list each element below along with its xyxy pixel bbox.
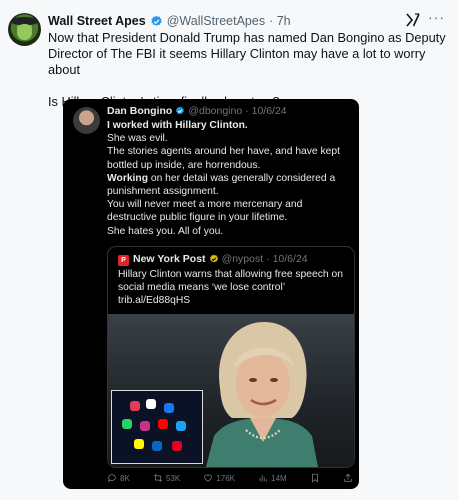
app-tile — [122, 419, 132, 429]
app-tile — [164, 403, 174, 413]
like-button[interactable]: 176K — [203, 473, 235, 483]
quoted-text: Hillary Clinton warns that allowing free… — [118, 269, 343, 307]
app-tile — [176, 421, 186, 431]
post-header: Wall Street Apes @WallStreetApes · 7h — [48, 12, 291, 30]
post-text: Now that President Donald Trump has name… — [48, 30, 448, 110]
app-tile — [152, 441, 162, 451]
embedded-line-bold: I worked with Hillary Clinton. — [107, 120, 248, 131]
embedded-line: Working on her detail was generally cons… — [107, 172, 347, 198]
reply-button[interactable]: 8K — [107, 473, 130, 483]
quoted-post: P New York Post @nypost · 10/6/24 Hillar… — [107, 246, 355, 468]
embedded-handle: @dbongino — [188, 105, 243, 117]
app-tile — [140, 421, 150, 431]
post-text-line: Now that President Donald Trump has name… — [48, 30, 446, 77]
embedded-screenshot[interactable]: Dan Bongino @dbongino · 10/6/24 I worked… — [63, 99, 359, 489]
like-icon — [204, 474, 213, 482]
x-grok-icon[interactable] — [405, 12, 421, 28]
avatar-face — [17, 24, 32, 40]
embedded-line: She hates you. All of you. — [107, 225, 224, 237]
views-icon — [259, 475, 267, 482]
embedded-line: I worked with Hillary Clinton. — [107, 119, 347, 132]
view-count: 14M — [271, 473, 287, 483]
embedded-avatar — [73, 107, 100, 134]
embedded-text: I worked with Hillary Clinton. She was e… — [107, 119, 347, 238]
bookmark-button[interactable] — [310, 473, 320, 483]
quoted-timestamp: · 10/6/24 — [266, 253, 308, 265]
more-icon[interactable]: ··· — [428, 9, 445, 25]
reply-count: 8K — [120, 473, 130, 483]
embedded-line: You will never meet a more mercenary and… — [107, 199, 303, 224]
reply-icon — [108, 474, 116, 483]
post: Wall Street Apes @WallStreetApes · 7h ··… — [0, 0, 458, 500]
app-tile — [134, 439, 144, 449]
action-bar: 8K 53K 176K 14M — [107, 471, 353, 485]
avatar[interactable] — [8, 13, 41, 46]
views-button[interactable]: 14M — [258, 473, 287, 483]
like-count: 176K — [216, 473, 235, 483]
app-tile — [172, 441, 182, 451]
embedded-timestamp: · 10/6/24 — [245, 105, 287, 117]
embedded-line-bold: Working — [107, 172, 148, 184]
timestamp[interactable]: · 7h — [269, 14, 291, 28]
embedded-header: Dan Bongino @dbongino · 10/6/24 — [107, 105, 287, 117]
display-name[interactable]: Wall Street Apes — [48, 14, 146, 28]
phone-apps-inset — [111, 390, 203, 464]
share-button[interactable] — [343, 473, 353, 483]
app-tile — [146, 399, 156, 409]
embedded-line: The stories agents around her have, and … — [107, 146, 340, 171]
repost-count: 53K — [165, 473, 181, 483]
repost-button[interactable]: 53K — [153, 473, 180, 483]
bookmark-icon — [311, 473, 318, 483]
verified-badge-icon — [176, 106, 185, 115]
embedded-display-name: Dan Bongino — [107, 105, 173, 117]
quoted-handle: @nypost — [221, 253, 264, 265]
app-tile — [130, 401, 140, 411]
portrait-photo — [206, 322, 318, 467]
nypost-logo-icon: P — [118, 255, 129, 266]
quoted-display-name: New York Post — [133, 253, 206, 265]
repost-icon — [153, 474, 162, 482]
handle[interactable]: @WallStreetApes — [167, 14, 265, 28]
embedded-line: She was evil. — [107, 133, 168, 145]
verified-badge-icon — [151, 15, 162, 26]
share-icon — [344, 473, 352, 482]
app-tile — [158, 419, 168, 429]
verified-badge-icon — [209, 254, 218, 263]
quoted-header: New York Post @nypost · 10/6/24 — [133, 253, 308, 265]
quoted-photo — [108, 314, 354, 467]
